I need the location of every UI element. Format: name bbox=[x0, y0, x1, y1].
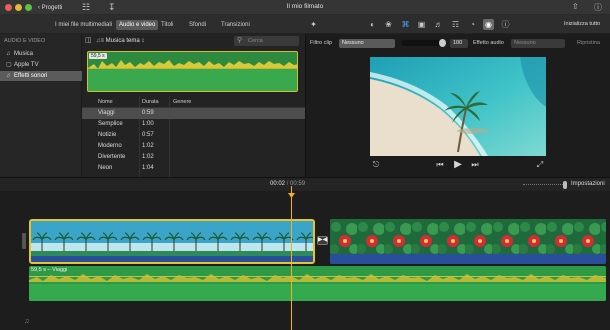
source-select[interactable]: ♫≡ Musica tema ↕ bbox=[96, 37, 144, 46]
adjustment-toolbar: ✦ ◐ ❀ ⌘ ▣ ♬ ☶ ◔ ◉ ⓘ Inizializza tutto bbox=[305, 15, 610, 34]
total-time: 00:59 bbox=[290, 181, 306, 187]
zoom-slider[interactable] bbox=[523, 184, 563, 187]
timeline-settings-button[interactable]: Impostazioni bbox=[571, 181, 605, 187]
column-duration[interactable]: Durata bbox=[142, 99, 159, 105]
tab-backgrounds[interactable]: Sfondi bbox=[186, 20, 209, 30]
sidebar-item-apple-tv[interactable]: ▢ Apple TV bbox=[0, 60, 82, 70]
volume-value[interactable]: 100 bbox=[450, 39, 468, 48]
table-row[interactable]: Notizie 0:57 bbox=[82, 130, 305, 141]
table-row[interactable]: Neon 1:04 bbox=[82, 163, 305, 174]
sidebar-item-sound-effects[interactable]: ♬ Effetti sonori bbox=[0, 71, 82, 81]
reset-button[interactable]: Ripristina bbox=[577, 40, 600, 46]
sidebar-item-music[interactable]: ♫ Musica bbox=[0, 49, 82, 59]
zoom-slider-knob[interactable] bbox=[563, 181, 567, 189]
filter-clip-select[interactable]: Nessuno bbox=[339, 39, 395, 48]
audio-effect-select[interactable]: Nessuno bbox=[511, 39, 565, 48]
search-input[interactable]: Cerca bbox=[234, 36, 299, 46]
speaker-icon: ♬ bbox=[6, 73, 12, 79]
table-row[interactable]: Viaggi 0:59 bbox=[82, 108, 305, 119]
search-icon: ⚲ bbox=[237, 37, 243, 44]
library-sidebar: AUDIO E VIDEO ♫ Musica ▢ Apple TV ♬ Effetti… bbox=[0, 34, 82, 177]
tab-audio-video[interactable]: Audio e video bbox=[116, 20, 159, 30]
playhead[interactable] bbox=[291, 186, 292, 330]
window-title: Il mio filmato bbox=[286, 3, 324, 10]
skip-forward-icon[interactable]: ⏭ bbox=[469, 159, 481, 171]
music-note-icon: ♫ bbox=[6, 51, 11, 57]
current-time: 00:02 bbox=[270, 181, 286, 187]
audio-waveform bbox=[88, 60, 297, 91]
noise-reduction-icon[interactable]: ☶ bbox=[450, 19, 461, 30]
transition-icon[interactable]: ▶◀ bbox=[317, 236, 328, 245]
title-bar: ‹ Progetti ☷ ↧ Il mio filmato ⇧ ⓘ bbox=[0, 0, 610, 15]
table-header: Nome Durata Genere bbox=[82, 96, 305, 108]
volume-slider-knob[interactable] bbox=[439, 39, 446, 47]
audio-track-waveform bbox=[29, 266, 606, 301]
tv-icon: ▢ bbox=[6, 62, 12, 68]
color-balance-icon[interactable]: ◐ bbox=[367, 19, 378, 30]
skip-back-icon[interactable]: ⏮ bbox=[434, 159, 446, 171]
play-icon[interactable]: ▶ bbox=[452, 159, 464, 171]
volume-icon[interactable]: ♬ bbox=[433, 19, 444, 30]
share-icon[interactable]: ⇧ bbox=[572, 2, 579, 11]
sidebar-toggle-icon[interactable]: ◫ bbox=[85, 36, 92, 44]
flowers-filmstrip bbox=[330, 219, 606, 264]
speed-icon[interactable]: ◔ bbox=[467, 19, 478, 30]
video-clip-beach[interactable] bbox=[29, 219, 315, 264]
timecode: 00:02 / 00:59 bbox=[270, 181, 305, 187]
audio-preview-thumbnail[interactable]: 59,5 s bbox=[87, 51, 298, 92]
beach-filmstrip bbox=[31, 221, 313, 262]
magic-wand-icon[interactable]: ✦ bbox=[308, 19, 319, 30]
media-tabs-bar: I miei file multimediali Audio e video T… bbox=[0, 15, 305, 34]
table-row[interactable]: Moderno 1:02 bbox=[82, 141, 305, 152]
audio-track-icon: ♫ bbox=[24, 318, 30, 325]
timecode-separator: / bbox=[286, 181, 289, 187]
info-panel-icon[interactable]: ⓘ bbox=[594, 2, 602, 13]
table-row[interactable]: Divertente 1:02 bbox=[82, 152, 305, 163]
microphone-icon[interactable]: ⎋ bbox=[370, 159, 382, 171]
clip-filter-icon[interactable]: ◉ bbox=[483, 19, 494, 30]
music-list-icon: ♫≡ bbox=[96, 38, 106, 44]
audio-effect-label: Effetto audio bbox=[473, 40, 504, 46]
video-preview bbox=[370, 57, 546, 156]
video-clip-flowers[interactable] bbox=[330, 219, 606, 264]
color-correction-icon[interactable]: ❀ bbox=[383, 19, 394, 30]
clip-duration-label: 59,5 s bbox=[89, 53, 107, 59]
column-name[interactable]: Nome bbox=[98, 99, 113, 105]
reset-all-button[interactable]: Inizializza tutto bbox=[564, 21, 600, 27]
tab-transitions[interactable]: Transizioni bbox=[218, 20, 253, 30]
beach-scene-image bbox=[370, 57, 546, 156]
filter-clip-label: Filtro clip bbox=[310, 40, 333, 46]
audio-clip-label: 59,5 s – Viaggi bbox=[31, 267, 68, 273]
clip-info-icon[interactable]: ⓘ bbox=[500, 19, 511, 30]
fullscreen-icon[interactable]: ⤢ bbox=[534, 159, 546, 171]
volume-slider[interactable] bbox=[401, 39, 446, 47]
audio-track-clip[interactable]: 59,5 s – Viaggi bbox=[29, 266, 606, 301]
stabilization-icon[interactable]: ▣ bbox=[416, 19, 427, 30]
table-row[interactable]: Semplice 1:00 bbox=[82, 119, 305, 130]
tab-my-media[interactable]: I miei file multimediali bbox=[52, 20, 115, 30]
column-genre[interactable]: Genere bbox=[173, 99, 191, 105]
tab-titles[interactable]: Titoli bbox=[158, 20, 176, 30]
clip-trim-handle[interactable] bbox=[22, 233, 26, 249]
crop-icon[interactable]: ⌘ bbox=[400, 19, 411, 30]
sidebar-section-title: AUDIO E VIDEO bbox=[4, 38, 46, 44]
playhead-marker[interactable] bbox=[288, 193, 295, 198]
